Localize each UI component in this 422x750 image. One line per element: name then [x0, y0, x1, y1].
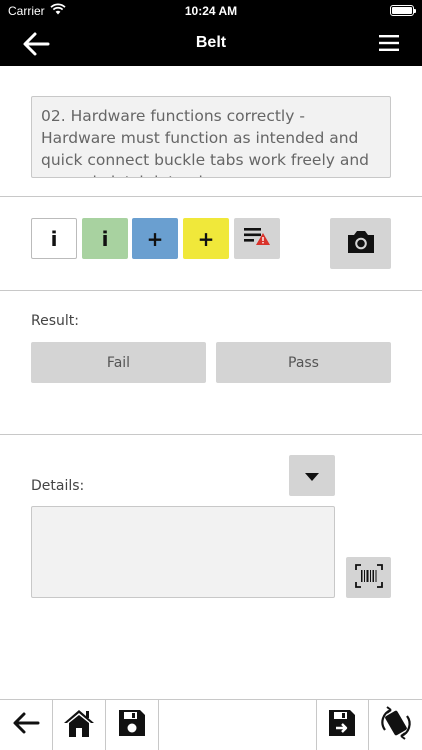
- result-label: Result:: [31, 313, 79, 329]
- info-button[interactable]: i: [31, 218, 77, 259]
- add-blue-label: +: [146, 226, 164, 251]
- details-dropdown-button[interactable]: [289, 455, 335, 496]
- barcode-icon: [354, 563, 383, 592]
- add-yellow-label: +: [197, 226, 215, 251]
- pass-button[interactable]: Pass: [216, 342, 391, 383]
- fail-label: Fail: [106, 354, 131, 371]
- clock: 10:24 AM: [184, 4, 238, 18]
- status-bar: Carrier 10:24 AM: [0, 0, 422, 22]
- save-icon: [118, 709, 146, 741]
- add-blue-button[interactable]: +: [132, 218, 178, 259]
- hamburger-menu-icon[interactable]: [378, 34, 400, 52]
- battery-icon: [390, 5, 416, 16]
- camera-icon: [345, 228, 377, 260]
- divider: [0, 196, 422, 197]
- caret-down-icon: [305, 466, 319, 485]
- list-warning-icon: [242, 225, 272, 252]
- save-next-icon: [328, 709, 358, 741]
- divider: [0, 434, 422, 435]
- rotate-device-icon: [377, 704, 415, 746]
- arrow-left-icon: [12, 711, 40, 739]
- home-icon: [63, 708, 95, 742]
- toolbar-home-button[interactable]: [53, 700, 106, 750]
- nav-bar: Belt: [0, 22, 422, 66]
- pass-label: Pass: [288, 354, 319, 371]
- toolbar-rotate-button[interactable]: [369, 700, 422, 750]
- add-yellow-button[interactable]: +: [183, 218, 229, 259]
- info-green-button[interactable]: i: [82, 218, 128, 259]
- info-green-label: i: [101, 226, 109, 251]
- battery-fill: [392, 7, 412, 14]
- fail-button[interactable]: Fail: [31, 342, 206, 383]
- list-warning-button[interactable]: [234, 218, 280, 259]
- barcode-scan-button[interactable]: [346, 557, 391, 598]
- details-label: Details:: [31, 478, 85, 494]
- details-input[interactable]: [31, 506, 335, 598]
- toolbar-save-next-button[interactable]: [316, 700, 369, 750]
- page-title: Belt: [195, 34, 227, 51]
- camera-button[interactable]: [330, 218, 391, 269]
- toolbar-back-button[interactable]: [0, 700, 53, 750]
- inspection-description[interactable]: 02. Hardware functions correctly - Hardw…: [31, 96, 391, 178]
- toolbar-save-button[interactable]: [106, 700, 159, 750]
- divider: [0, 290, 422, 291]
- bottom-toolbar: [0, 699, 422, 750]
- info-label: i: [50, 226, 58, 251]
